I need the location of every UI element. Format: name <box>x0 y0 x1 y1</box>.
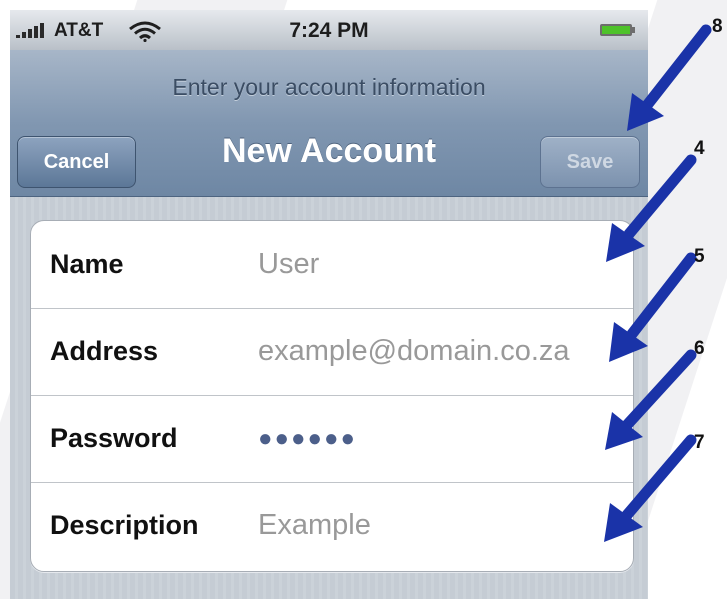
callout-7: 7 <box>694 432 705 453</box>
callout-5: 5 <box>694 246 705 267</box>
callout-4: 4 <box>694 138 705 159</box>
annotation-arrows <box>604 24 712 542</box>
callout-6: 6 <box>694 338 705 359</box>
callout-8: 8 <box>712 16 723 37</box>
